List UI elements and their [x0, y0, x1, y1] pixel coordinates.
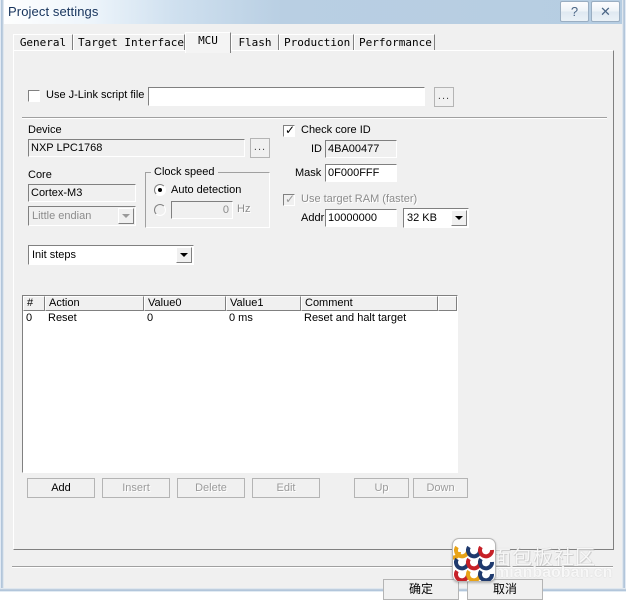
core-label: Core — [28, 169, 52, 181]
jlink-script-browse-button[interactable]: ... — [434, 87, 454, 107]
title-bar: Project settings ? ✕ — [0, 0, 626, 24]
clock-speed-group-label: Clock speed — [151, 166, 218, 178]
move-up-button[interactable]: Up — [354, 478, 409, 498]
device-browse-button[interactable]: ... — [250, 138, 270, 158]
device-label: Device — [28, 124, 62, 136]
core-mask-label: Mask — [295, 167, 322, 179]
column-header-comment[interactable]: Comment — [301, 296, 438, 311]
init-steps-value: Init steps — [32, 249, 77, 261]
project-settings-window: Project settings ? ✕ General Target Inte… — [0, 0, 626, 600]
endian-value: Little endian — [32, 210, 92, 222]
core-id-input[interactable]: 4BA00477 — [325, 140, 397, 158]
clock-manual-radio[interactable] — [154, 204, 166, 216]
tab-target-interface[interactable]: Target Interface — [73, 34, 185, 51]
jlink-script-file-input[interactable] — [148, 87, 425, 106]
column-header-value0[interactable]: Value0 — [144, 296, 226, 311]
column-header-num[interactable]: # — [23, 296, 45, 311]
delete-step-button[interactable]: Delete — [177, 478, 245, 498]
target-ram-size-combo[interactable]: 32 KB — [403, 208, 469, 228]
clock-auto-detection-radio[interactable] — [154, 184, 166, 196]
check-core-id-checkbox[interactable]: ✓ — [283, 124, 295, 137]
clock-speed-group — [145, 172, 270, 228]
help-button[interactable]: ? — [560, 1, 589, 22]
init-steps-combo[interactable]: Init steps — [28, 245, 194, 265]
window-title: Project settings — [8, 4, 99, 19]
cell-action: Reset — [48, 312, 77, 324]
clock-unit-label: Hz — [237, 203, 251, 215]
chevron-down-icon[interactable] — [118, 208, 134, 224]
core-id-label: ID — [311, 143, 322, 155]
core-input[interactable]: Cortex-M3 — [28, 184, 136, 202]
use-target-ram-checkbox[interactable]: ✓ — [283, 193, 295, 206]
tab-strip: General Target Interface MCU Flash Produ… — [13, 32, 613, 53]
dialog-footer-separator — [12, 566, 613, 568]
cell-value0: 0 — [147, 312, 154, 324]
ok-button[interactable]: 确定 — [383, 579, 459, 600]
move-down-button[interactable]: Down — [413, 478, 468, 498]
init-steps-table[interactable]: # Action Value0 Value1 Comment 0 Reset 0… — [22, 295, 458, 473]
mcu-tab-panel: Use J-Link script file ... Device NXP LP… — [13, 50, 614, 550]
use-jlink-script-file-label: Use J-Link script file — [46, 89, 145, 101]
clock-manual-input[interactable]: 0 — [171, 201, 233, 219]
cancel-button[interactable]: 取消 — [467, 579, 543, 600]
core-mask-input[interactable]: 0F000FFF — [325, 164, 397, 182]
table-body: 0 Reset 0 0 ms Reset and halt target — [23, 311, 457, 472]
tab-production[interactable]: Production — [279, 34, 354, 51]
close-icon: ✕ — [600, 4, 611, 19]
help-icon: ? — [570, 4, 579, 19]
tab-mcu[interactable]: MCU — [185, 32, 231, 53]
target-ram-addr-input[interactable]: 10000000 — [325, 209, 397, 227]
dialog-client-area: General Target Interface MCU Flash Produ… — [4, 24, 622, 600]
column-header-filler[interactable] — [438, 296, 457, 311]
cell-comment: Reset and halt target — [304, 312, 407, 324]
cell-value1: 0 ms — [229, 312, 253, 324]
table-row[interactable]: 0 Reset 0 0 ms Reset and halt target — [23, 311, 457, 326]
use-target-ram-label: Use target RAM (faster) — [301, 193, 418, 205]
target-ram-size-value: 32 KB — [407, 212, 437, 224]
insert-step-button[interactable]: Insert — [102, 478, 170, 498]
chevron-down-icon[interactable] — [451, 210, 467, 226]
device-input[interactable]: NXP LPC1768 — [28, 139, 245, 157]
endian-combo[interactable]: Little endian — [28, 206, 136, 226]
column-header-action[interactable]: Action — [45, 296, 144, 311]
table-header-row: # Action Value0 Value1 Comment — [23, 296, 457, 311]
tab-performance[interactable]: Performance — [354, 34, 435, 51]
chevron-down-icon[interactable] — [176, 247, 192, 263]
target-ram-addr-label: Addr — [301, 212, 325, 224]
column-header-value1[interactable]: Value1 — [226, 296, 301, 311]
edit-step-button[interactable]: Edit — [252, 478, 320, 498]
section-separator — [22, 117, 607, 119]
add-step-button[interactable]: Add — [27, 478, 95, 498]
close-button[interactable]: ✕ — [591, 1, 620, 22]
tab-general[interactable]: General — [13, 34, 73, 51]
clock-auto-detection-label: Auto detection — [171, 184, 242, 196]
window-frame-right — [622, 0, 626, 592]
check-core-id-label: Check core ID — [301, 124, 371, 136]
use-jlink-script-file-checkbox[interactable] — [28, 90, 40, 102]
tab-flash[interactable]: Flash — [231, 34, 279, 51]
cell-num: 0 — [26, 312, 33, 324]
